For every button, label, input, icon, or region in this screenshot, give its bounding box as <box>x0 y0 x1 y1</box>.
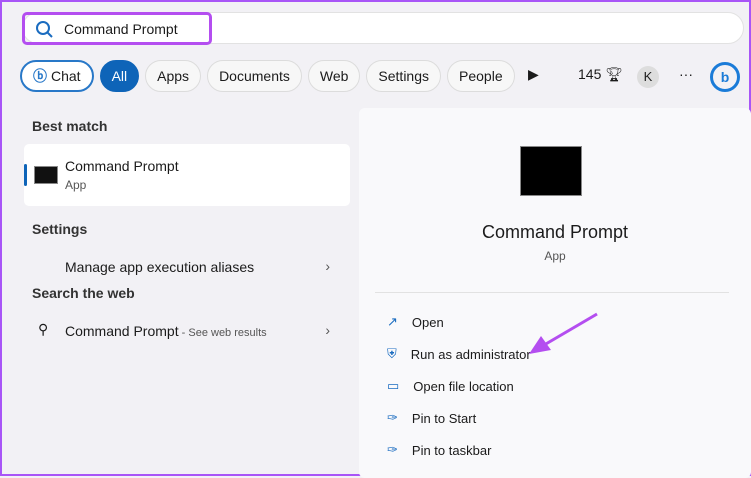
pin-icon: ✑ <box>387 410 398 425</box>
tab-apps[interactable]: Apps <box>145 60 202 92</box>
search-highlight <box>22 12 212 45</box>
web-heading: Search the web <box>32 285 135 301</box>
cmd-large-icon <box>520 146 582 196</box>
best-match-item[interactable]: Command Prompt App <box>24 144 350 206</box>
action-pin-to-taskbar[interactable]: ✑ Pin to taskbar <box>387 442 491 458</box>
rewards-points[interactable]: 145 🏆︎ <box>578 66 623 83</box>
bing-icon: ⓑ <box>33 68 47 84</box>
detail-title: Command Prompt <box>481 222 629 242</box>
chevron-right-icon: › <box>325 258 330 274</box>
settings-heading: Settings <box>32 221 88 237</box>
folder-icon: ▭ <box>387 378 400 393</box>
annotation-arrow-icon <box>529 312 598 354</box>
detail-subtitle: App <box>544 249 566 263</box>
tab-settings[interactable]: Settings <box>366 60 442 92</box>
web-search-item[interactable]: ⚲ Command Prompt - See web results › <box>24 311 350 351</box>
tab-all[interactable]: All <box>99 60 140 92</box>
cmd-icon <box>34 166 58 184</box>
filter-bar: ⓑ Chat All Apps Documents Web Settings Pe… <box>20 60 515 92</box>
shield-icon: ⛨ <box>387 346 397 361</box>
open-icon: ↗ <box>387 314 398 329</box>
action-run-as-admin[interactable]: ⛨ Run as administrator <box>387 346 531 362</box>
divider <box>375 292 729 293</box>
chevron-right-icon: › <box>325 322 330 338</box>
tab-documents[interactable]: Documents <box>207 60 302 92</box>
bing-button[interactable]: b <box>710 62 740 92</box>
settings-item[interactable]: Manage app execution aliases › <box>24 247 350 287</box>
action-open[interactable]: ↗ Open <box>387 314 444 330</box>
play-icon[interactable]: ▶ <box>528 66 539 83</box>
best-match-heading: Best match <box>32 118 108 134</box>
action-open-file-location[interactable]: ▭ Open file location <box>387 378 514 394</box>
tab-web[interactable]: Web <box>307 60 361 92</box>
action-pin-to-start[interactable]: ✑ Pin to Start <box>387 410 476 426</box>
detail-panel: Command Prompt App ↗ Open ⛨ Run as adminis… <box>359 108 751 478</box>
avatar[interactable]: K <box>637 66 659 88</box>
more-button[interactable]: ··· <box>679 66 693 82</box>
tab-people[interactable]: People <box>447 60 515 92</box>
search-icon: ⚲ <box>38 321 49 337</box>
trophy-icon: 🏆︎ <box>605 66 624 82</box>
pin-icon: ✑ <box>387 442 398 457</box>
chat-button[interactable]: ⓑ Chat <box>20 60 94 92</box>
